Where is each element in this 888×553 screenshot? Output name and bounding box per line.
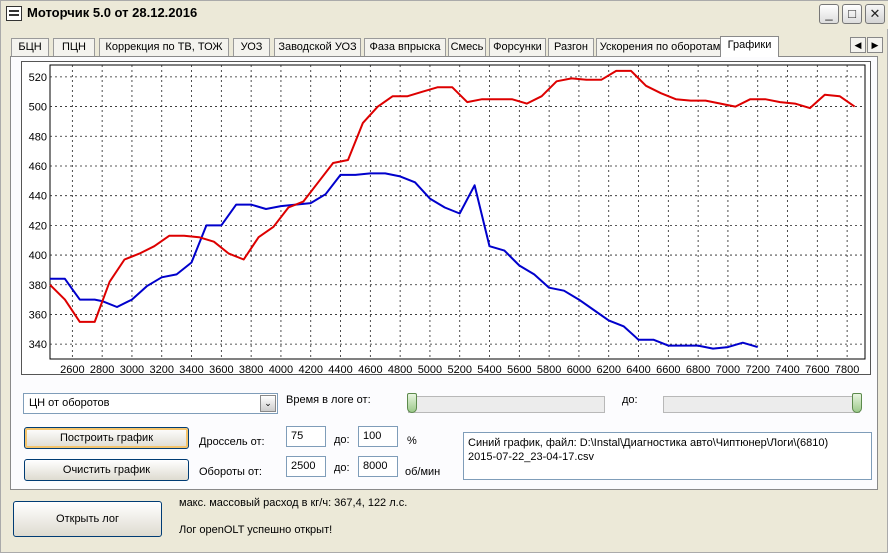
rpm-from-field[interactable]: 2500 [286,456,326,477]
minimize-button[interactable]: _ [819,4,839,24]
x-tick-label: 6000 [567,364,591,376]
x-tick-label: 5800 [537,364,561,376]
x-tick-label: 6600 [656,364,680,376]
tab-correction[interactable]: Коррекция по ТВ, ТОЖ [99,38,229,56]
max-flow-text: макс. массовый расход в кг/ч: 367,4, 122… [179,497,408,509]
rpm-label: Обороты от: [199,466,262,478]
x-tick-label: 4000 [269,364,293,376]
x-tick-label: 3000 [120,364,144,376]
x-tick-label: 6800 [686,364,710,376]
y-tick-label: 400 [29,250,47,262]
x-tick-label: 3400 [179,364,203,376]
x-tick-label: 3200 [150,364,174,376]
x-tick-label: 4800 [388,364,412,376]
rpm-chart: 2600 2800 3000 3200 3400 3600 3800 4000 4200 4400… [21,61,871,376]
tab-graphs[interactable]: Графики [720,36,779,57]
tab-bcn[interactable]: БЦН [11,38,49,56]
window-title: Моторчик 5.0 от 28.12.2016 [27,5,198,20]
memo-line-1: Синий график, файл: D:\Instal\Диагностик… [468,437,829,449]
log-time-from-slider[interactable] [408,396,605,413]
y-tick-label: 360 [29,309,47,321]
x-tick-label: 4600 [358,364,382,376]
tab-injection-phase[interactable]: Фаза впрыска [364,38,446,56]
x-tick-label: 5000 [418,364,442,376]
x-tick-label: 7000 [716,364,740,376]
clear-graph-button[interactable]: Очистить график [24,459,189,481]
tab-rpm-acceleration[interactable]: Ускорения по оборотам [596,38,724,56]
log-time-label: Время в логе от: [286,394,371,406]
title-bar: Моторчик 5.0 от 28.12.2016 _ □ ✕ [1,1,888,29]
y-tick-label: 380 [29,280,47,292]
x-tick-label: 7400 [775,364,799,376]
x-tick-label: 7200 [745,364,769,376]
tab-factory-uoz[interactable]: Заводской УОЗ [274,38,361,56]
x-tick-label: 4200 [298,364,322,376]
app-icon [6,6,22,21]
throttle-to-field[interactable]: 100 [358,426,398,447]
graph-type-value: ЦН от оборотов [29,397,110,409]
x-tick-label: 3600 [209,364,233,376]
rpm-to-field[interactable]: 8000 [358,456,398,477]
y-tick-label: 460 [29,161,47,173]
y-tick-label: 500 [29,102,47,114]
throttle-label: Дроссель от: [199,436,265,448]
x-tick-label: 3800 [239,364,263,376]
maximize-button[interactable]: □ [842,4,862,24]
log-time-from-thumb[interactable] [407,393,417,413]
tab-pcn[interactable]: ПЦН [53,38,95,56]
tab-mixture[interactable]: Смесь [448,38,486,56]
tab-scroll-right-icon[interactable]: ▶ [867,37,883,53]
log-time-to-label: до: [622,394,638,406]
x-tick-label: 6200 [596,364,620,376]
y-tick-label: 480 [29,131,47,143]
tab-uoz[interactable]: УОЗ [233,38,270,56]
chevron-down-icon[interactable]: ⌄ [260,395,276,412]
log-time-to-slider[interactable] [663,396,860,413]
log-time-to-thumb[interactable] [852,393,862,413]
x-tick-label: 4400 [328,364,352,376]
app-window: Моторчик 5.0 от 28.12.2016 _ □ ✕ БЦН ПЦН… [0,0,888,553]
x-tick-label: 6400 [626,364,650,376]
build-graph-button[interactable]: Построить график [24,427,189,449]
tab-injectors[interactable]: Форсунки [489,38,546,56]
x-tick-label: 7800 [835,364,859,376]
graph-info-memo[interactable]: Синий график, файл: D:\Instal\Диагностик… [463,432,872,480]
tab-acceleration[interactable]: Разгон [548,38,594,56]
y-tick-label: 340 [29,339,47,351]
memo-line-2: 2015-07-22_23-04-17.csv [468,451,594,463]
graph-type-select[interactable]: ЦН от оборотов ⌄ [23,393,278,414]
x-tick-label: 2600 [60,364,84,376]
x-tick-label: 5400 [477,364,501,376]
throttle-from-field[interactable]: 75 [286,426,326,447]
rpm-to-label: до: [334,462,350,474]
rpm-unit: об/мин [405,466,441,478]
x-tick-label: 5200 [447,364,471,376]
log-status-text: Лог openOLT успешно открыт! [179,524,333,536]
throttle-to-label: до: [334,434,350,446]
x-tick-label: 2800 [90,364,114,376]
y-tick-label: 520 [29,72,47,84]
x-tick-label: 5600 [507,364,531,376]
x-tick-label: 7600 [805,364,829,376]
open-log-button[interactable]: Открыть лог [13,501,162,537]
close-button[interactable]: ✕ [865,4,885,24]
y-tick-label: 420 [29,220,47,232]
tab-scroll-left-icon[interactable]: ◀ [850,37,866,53]
y-tick-label: 440 [29,191,47,203]
chart-canvas: 2600 2800 3000 3200 3400 3600 3800 4000 4200 4400… [29,64,866,376]
throttle-unit: % [407,435,417,447]
